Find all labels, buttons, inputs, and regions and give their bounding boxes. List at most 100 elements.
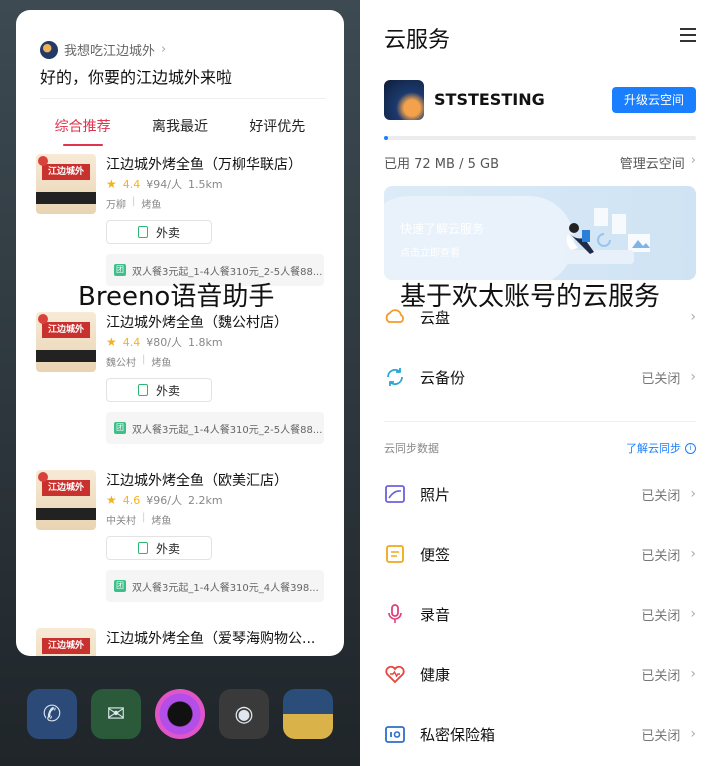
area: 中关村 (106, 516, 136, 527)
delivery-icon (137, 542, 148, 554)
upgrade-storage-button[interactable]: 升级云空间 (612, 87, 696, 113)
deal-info[interactable]: 团 双人餐3元起_1-4人餐310元_2-5人餐88... (106, 412, 324, 444)
message-icon: ✉ (106, 701, 126, 727)
row-label: 照片 (420, 485, 451, 504)
restaurant-thumbnail: 江边城外 (36, 154, 96, 214)
banner-illustration (564, 208, 650, 264)
cloud-service-panel: 云服务 STSTESTING 升级云空间 已用 72 MB / 5 GB 管理云… (360, 0, 720, 766)
restaurant-name: 江边城外烤全鱼（魏公村店） (106, 315, 288, 331)
rating: 4.6 (122, 493, 141, 507)
thumb-strip (36, 508, 96, 520)
delivery-button[interactable]: 外卖 (106, 220, 212, 244)
cloud-backup-row[interactable]: 云备份 已关闭 › (384, 362, 696, 392)
cloud-drive-row[interactable]: 云盘 › (384, 302, 696, 332)
notes-icon (386, 545, 404, 563)
breeno-panel: 我想吃江边城外 › 好的，你要的江边城外来啦 综合推荐 离我最近 好评优先 江边… (0, 0, 360, 766)
lantern-decoration (38, 314, 48, 324)
distance: 2.2km (187, 493, 223, 507)
restaurant-tags: 中关村 | 烤鱼 (106, 512, 171, 527)
voice-query[interactable]: 我想吃江边城外 › (40, 40, 166, 59)
breeno-button[interactable] (155, 689, 205, 739)
sync-section-title: 云同步数据 (384, 442, 439, 455)
row-label: 私密保险箱 (420, 725, 496, 744)
query-text: 我想吃江边城外 (64, 44, 156, 59)
restaurant-meta: ★ 4.6 ¥96/人 2.2km (106, 492, 223, 508)
sync-safe-box-row[interactable]: 私密保险箱 已关闭 › (384, 719, 696, 749)
category: 烤鱼 (151, 358, 172, 369)
restaurant-thumbnail: 江边城外 (36, 312, 96, 372)
restaurant-thumbnail: 江边城外 (36, 628, 96, 656)
row-label: 便签 (420, 545, 451, 564)
storage-progress-bar (384, 136, 696, 140)
sync-health-row[interactable]: 健康 已关闭 › (384, 659, 696, 689)
row-label: 录音 (420, 605, 451, 624)
star-icon: ★ (106, 335, 117, 349)
chevron-right-icon: › (690, 606, 696, 622)
learn-sync-link[interactable]: 了解云同步 i (626, 440, 696, 456)
chevron-right-icon: › (690, 486, 696, 502)
camera-icon: ◉ (234, 701, 254, 727)
tab-top-rated[interactable]: 好评优先 (249, 116, 305, 146)
restaurant-card[interactable]: 江边城外 江边城外烤全鱼（爱琴海购物公... (36, 628, 336, 656)
banner-subtitle: 点击立即查看 (400, 248, 460, 259)
chevron-right-icon: › (690, 726, 696, 742)
sort-tabs: 综合推荐 离我最近 好评优先 (16, 116, 344, 146)
sync-photos-row[interactable]: 照片 已关闭 › (384, 479, 696, 509)
lantern-decoration (38, 472, 48, 482)
restaurant-tags: 魏公村 | 烤鱼 (106, 354, 171, 369)
photos-icon (385, 485, 405, 503)
camera-app[interactable]: ◉ (219, 689, 269, 739)
row-status: 已关闭 (641, 371, 681, 387)
restaurant-tags: 万柳 | 烤鱼 (106, 196, 161, 211)
manage-storage-link[interactable]: 管理云空间 › (620, 153, 696, 172)
sync-recorder-row[interactable]: 录音 已关闭 › (384, 599, 696, 629)
restaurant-thumbnail: 江边城外 (36, 470, 96, 530)
safe-box-icon (385, 726, 405, 743)
restaurant-card[interactable]: 江边城外 江边城外烤全鱼（欧美汇店） ★ 4.6 ¥96/人 2.2km 中关村… (36, 470, 336, 610)
thumb-strip (36, 192, 96, 204)
phone-app[interactable]: ✆ (27, 689, 77, 739)
distance: 1.5km (187, 177, 223, 191)
tag-divider: | (142, 512, 146, 523)
deal-info[interactable]: 团 双人餐3元起_1-4人餐310元_4人餐398... (106, 570, 324, 602)
row-status: 已关闭 (641, 548, 681, 564)
tab-recommended[interactable]: 综合推荐 (55, 116, 111, 146)
delivery-button[interactable]: 外卖 (106, 536, 212, 560)
chevron-right-icon: › (161, 42, 167, 57)
delivery-label: 外卖 (155, 383, 180, 398)
manage-storage-label: 管理云空间 (619, 157, 685, 172)
star-icon: ★ (106, 493, 117, 507)
group-deal-icon: 团 (114, 264, 126, 276)
delivery-button[interactable]: 外卖 (106, 378, 212, 402)
caption-breeno: Breeno语音助手 (78, 282, 275, 312)
account-name: STSTESTING (434, 90, 545, 109)
chevron-right-icon: › (690, 309, 696, 325)
tab-nearest[interactable]: 离我最近 (152, 116, 208, 146)
category: 烤鱼 (141, 200, 162, 211)
lantern-decoration (38, 156, 48, 166)
restaurant-meta: ★ 4.4 ¥80/人 1.8km (106, 334, 223, 350)
rating: 4.4 (122, 335, 141, 349)
restaurant-card[interactable]: 江边城外 江边城外烤全鱼（万柳华联店） ★ 4.4 ¥94/人 1.5km 万柳… (36, 154, 336, 294)
delivery-label: 外卖 (155, 225, 180, 240)
delivery-icon (137, 384, 148, 396)
account-avatar[interactable] (384, 80, 424, 120)
sync-notes-row[interactable]: 便签 已关闭 › (384, 539, 696, 569)
divider (384, 421, 696, 422)
restaurant-name: 江边城外烤全鱼（欧美汇店） (106, 473, 288, 489)
cloud-drive-icon (385, 309, 404, 323)
intro-banner[interactable]: 快速了解云服务 点击立即查看 (384, 186, 696, 280)
restaurant-meta: ★ 4.4 ¥94/人 1.5km (106, 176, 223, 192)
menu-icon[interactable] (680, 28, 696, 42)
gallery-app[interactable] (283, 689, 333, 739)
row-status: 已关闭 (641, 668, 681, 684)
phone-icon: ✆ (42, 701, 62, 727)
health-icon (385, 665, 405, 684)
rating: 4.4 (122, 177, 141, 191)
messages-app[interactable]: ✉ (91, 689, 141, 739)
chevron-right-icon: › (690, 546, 696, 562)
user-avatar (40, 40, 58, 59)
restaurant-card[interactable]: 江边城外 江边城外烤全鱼（魏公村店） ★ 4.4 ¥80/人 1.8km 魏公村… (36, 312, 336, 452)
thumb-logo: 江边城外 (42, 638, 90, 654)
delivery-icon (137, 226, 148, 238)
